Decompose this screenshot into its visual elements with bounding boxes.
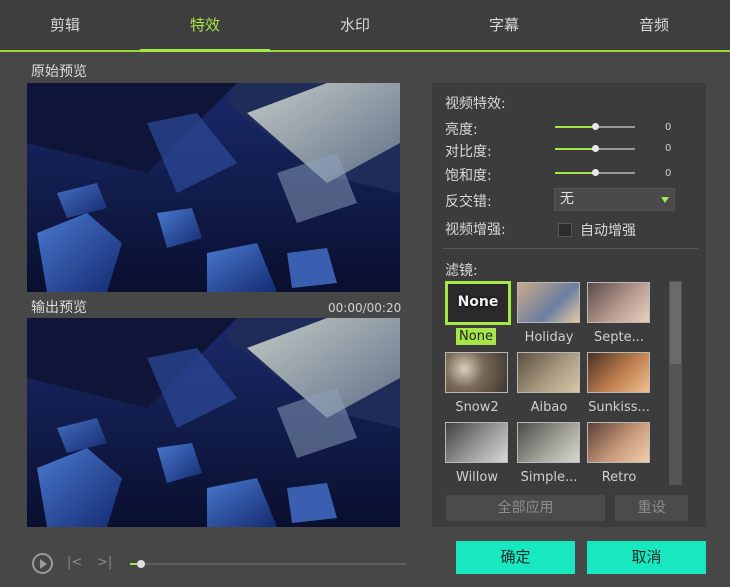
saturation-handle[interactable]	[592, 169, 599, 176]
saturation-value: 0	[665, 168, 672, 179]
saturation-label: 饱和度:	[445, 168, 492, 184]
filter-sunkissed[interactable]: Sunkiss...	[587, 352, 651, 415]
deinterlace-selected-value: 无	[560, 191, 574, 207]
filter-none-thumb-text: None	[457, 294, 499, 310]
brightness-fill	[555, 126, 595, 128]
filter-willow-thumb	[445, 422, 508, 463]
auto-enhance-checkbox[interactable]	[558, 223, 572, 237]
apply-all-button[interactable]: 全部应用	[446, 495, 605, 521]
filter-sunkissed-thumb	[587, 352, 650, 393]
filter-name: Retro	[601, 470, 637, 485]
playback-time: 00:00/00:20	[328, 301, 402, 315]
filter-none[interactable]: None None	[445, 281, 511, 345]
contrast-label: 对比度:	[445, 144, 492, 160]
deinterlace-label: 反交错:	[445, 194, 492, 210]
original-preview-label: 原始预览	[31, 64, 87, 80]
saturation-slider[interactable]	[555, 169, 635, 176]
filter-name: Sunkiss...	[588, 400, 650, 415]
cancel-button[interactable]: 取消	[587, 541, 706, 574]
filter-name: Snow2	[455, 400, 499, 415]
tab-subtitle[interactable]: 字幕	[439, 0, 569, 50]
filters-label: 滤镜:	[445, 263, 478, 279]
play-icon[interactable]	[32, 553, 53, 574]
saturation-fill	[555, 172, 595, 174]
filter-snow2[interactable]: Snow2	[445, 352, 509, 415]
seek-handle[interactable]	[137, 560, 146, 568]
deinterlace-select[interactable]: 无	[554, 188, 675, 211]
reset-button[interactable]: 重设	[615, 495, 688, 521]
filter-september-thumb	[587, 282, 650, 323]
brightness-handle[interactable]	[592, 123, 599, 130]
video-enhance-label: 视频增强:	[445, 222, 506, 238]
tab-watermark[interactable]: 水印	[290, 0, 420, 50]
output-preview-label: 输出预览	[31, 300, 87, 316]
contrast-handle[interactable]	[592, 145, 599, 152]
filters-scrollbar[interactable]	[669, 281, 682, 485]
filter-holiday[interactable]: Holiday	[517, 282, 581, 345]
original-preview-image	[27, 83, 400, 292]
filter-name: Holiday	[524, 330, 574, 345]
effects-panel: 视频特效: 亮度: 0 对比度: 0 饱和度: 0 反交错: 无 视频增强: 自…	[432, 83, 706, 527]
divider	[442, 248, 698, 249]
contrast-slider[interactable]	[555, 145, 635, 152]
filter-retro-thumb	[587, 422, 650, 463]
filter-simple[interactable]: Simple...	[517, 422, 581, 485]
filter-retro[interactable]: Retro	[587, 422, 651, 485]
filter-name: Simple...	[520, 470, 578, 485]
seek-bar[interactable]	[130, 560, 406, 568]
filter-willow[interactable]: Willow	[445, 422, 509, 485]
filter-name: None	[456, 328, 496, 345]
filter-name: Septe...	[594, 330, 644, 345]
auto-enhance-label[interactable]: 自动增强	[580, 220, 636, 240]
previous-frame-icon[interactable]: |<	[67, 555, 82, 570]
filter-september[interactable]: Septe...	[587, 282, 651, 345]
brightness-slider[interactable]	[555, 123, 635, 130]
ok-button[interactable]: 确定	[456, 541, 575, 574]
filter-name: Aibao	[530, 400, 568, 415]
filter-snow2-thumb	[445, 352, 508, 393]
tab-clip[interactable]: 剪辑	[0, 0, 130, 50]
tab-bar: 剪辑 特效 水印 字幕 音频	[0, 0, 730, 52]
filter-none-thumb: None	[445, 281, 511, 325]
filters-scrollbar-thumb[interactable]	[670, 282, 681, 364]
filter-simple-thumb	[517, 422, 580, 463]
tab-audio[interactable]: 音频	[589, 0, 719, 50]
video-effects-label: 视频特效:	[445, 96, 506, 112]
dropdown-arrow-icon	[661, 197, 669, 203]
contrast-value: 0	[665, 143, 672, 154]
next-frame-icon[interactable]: >|	[97, 555, 112, 570]
tab-effects[interactable]: 特效	[140, 0, 270, 52]
filter-holiday-thumb	[517, 282, 580, 323]
brightness-value: 0	[665, 122, 672, 133]
output-preview-image	[27, 318, 400, 527]
contrast-fill	[555, 148, 595, 150]
filter-name: Willow	[456, 470, 498, 485]
filter-aibao[interactable]: Aibao	[517, 352, 581, 415]
filter-aibao-thumb	[517, 352, 580, 393]
brightness-label: 亮度:	[445, 122, 478, 138]
